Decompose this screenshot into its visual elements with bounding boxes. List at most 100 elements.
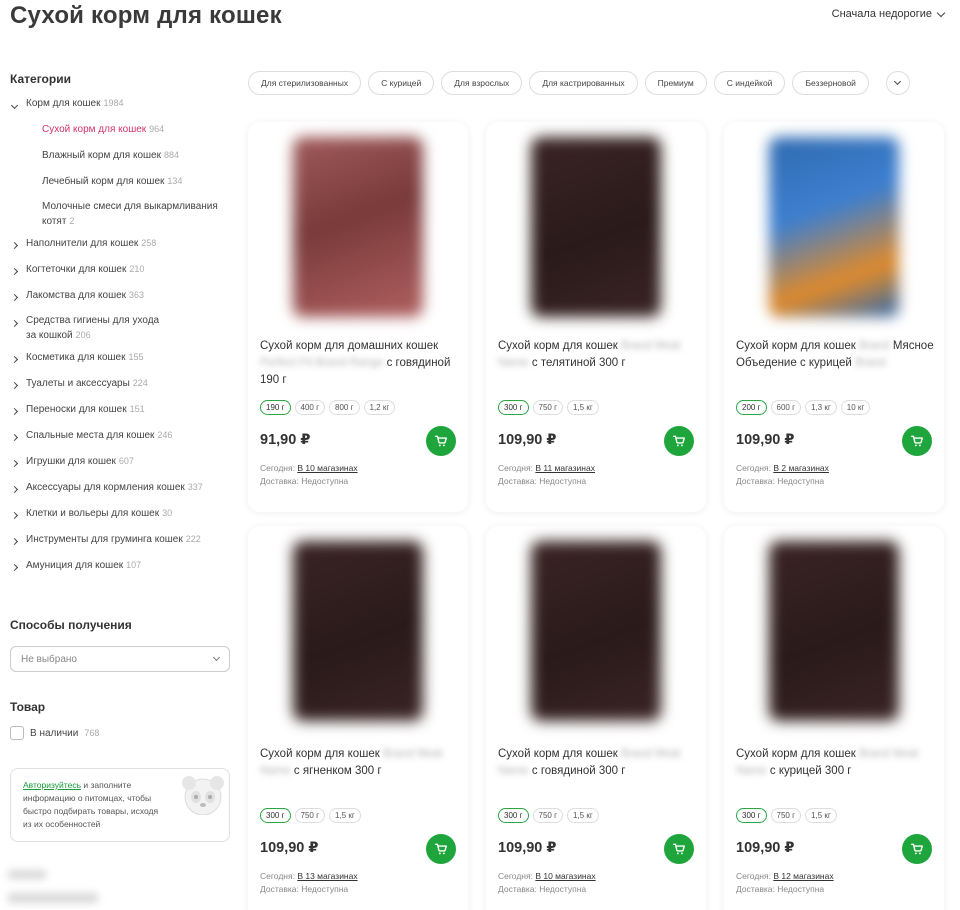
product-title[interactable]: Сухой корм для кошек Brand Meat Name с г…: [498, 746, 698, 780]
weight-option[interactable]: 400 г: [294, 400, 325, 415]
weight-option[interactable]: 1,5 кг: [805, 808, 837, 823]
stores-link[interactable]: В 10 магазинах: [535, 871, 595, 881]
category-item[interactable]: Аксессуары для кормления кошек 337: [10, 480, 235, 506]
add-to-cart-button[interactable]: [902, 834, 932, 864]
category-text: Наполнители для кошек 258: [26, 236, 156, 251]
category-item[interactable]: Средства гигиены для ухода за кошкой 206: [10, 314, 235, 350]
chevron-right-icon: [10, 288, 26, 305]
product-title-b: с говядиной 300 г: [531, 765, 626, 777]
category-item[interactable]: Корм для кошек 1984: [10, 96, 235, 122]
category-item[interactable]: Инструменты для груминга кошек 222: [10, 532, 235, 558]
product-package-image: [769, 541, 899, 721]
category-item[interactable]: Спальные места для кошек 246: [10, 428, 235, 454]
category-item[interactable]: Туалеты и аксессуары 224: [10, 376, 235, 402]
in-stock-checkbox[interactable]: [10, 726, 24, 740]
product-title[interactable]: Сухой корм для кошек Brand Meat Name с я…: [260, 746, 460, 780]
weight-option[interactable]: 600 г: [770, 400, 801, 415]
product-title[interactable]: Сухой корм для домашних кошек Perfect Fi…: [260, 338, 460, 389]
today-label: Сегодня:: [260, 463, 295, 473]
category-label: Лакомства для кошек: [26, 290, 127, 301]
weight-option[interactable]: 1,5 кг: [567, 808, 599, 823]
sort-dropdown[interactable]: Сначала недорогие: [832, 8, 946, 20]
availability-info: Сегодня: В 2 магазинах Доставка: Недоступ…: [736, 462, 829, 488]
weight-options: 300 г 750 г 1,5 кг: [498, 400, 599, 415]
stores-link[interactable]: В 12 магазинах: [773, 871, 833, 881]
weight-option[interactable]: 750 г: [294, 808, 325, 823]
product-image[interactable]: [738, 526, 930, 736]
filter-chip[interactable]: Для кастрированных: [529, 71, 638, 95]
weight-option[interactable]: 10 кг: [840, 400, 871, 415]
delivery-label: Доставка:: [736, 884, 775, 894]
availability-info: Сегодня: В 13 магазинах Доставка: Недосту…: [260, 870, 358, 896]
add-to-cart-button[interactable]: [902, 426, 932, 456]
category-count: 2: [69, 216, 75, 226]
weight-option[interactable]: 300 г: [736, 808, 767, 823]
weight-option[interactable]: 200 г: [736, 400, 767, 415]
add-to-cart-button[interactable]: [426, 834, 456, 864]
weight-options: 300 г 750 г 1,5 кг: [260, 808, 361, 823]
filter-chip[interactable]: Для стерилизованных: [248, 71, 362, 95]
add-to-cart-button[interactable]: [664, 834, 694, 864]
category-item[interactable]: Влажный корм для кошек 884: [10, 148, 235, 174]
stores-link[interactable]: В 13 магазинах: [297, 871, 357, 881]
filter-chips: Для стерилизованных С курицей Для взрослых…: [248, 71, 910, 95]
stores-link[interactable]: В 10 магазинах: [297, 463, 357, 473]
product-price: 109,90 ₽: [736, 840, 795, 856]
chips-more-button[interactable]: [885, 71, 910, 95]
product-image[interactable]: [738, 122, 930, 332]
add-to-cart-button[interactable]: [426, 426, 456, 456]
product-title[interactable]: Сухой корм для кошек Brand Meat Name с к…: [736, 746, 936, 780]
weight-option[interactable]: 1,3 кг: [805, 400, 837, 415]
filter-chip[interactable]: С индейкой: [713, 71, 786, 95]
weight-option[interactable]: 1,5 кг: [329, 808, 361, 823]
filter-chip[interactable]: Беззерновой: [792, 71, 869, 95]
weight-option[interactable]: 300 г: [498, 400, 529, 415]
category-item[interactable]: Игрушки для кошек 607: [10, 454, 235, 480]
category-item[interactable]: Лечебный корм для кошек 134: [10, 174, 235, 200]
chevron-right-icon: [10, 433, 19, 442]
filter-chip[interactable]: Для взрослых: [441, 71, 523, 95]
product-image[interactable]: [500, 526, 692, 736]
weight-option[interactable]: 1,5 кг: [567, 400, 599, 415]
product-image[interactable]: [262, 122, 454, 332]
weight-option[interactable]: 300 г: [498, 808, 529, 823]
add-to-cart-button[interactable]: [664, 426, 694, 456]
auth-link[interactable]: Авторизуйтесь: [23, 780, 81, 790]
weight-option[interactable]: 750 г: [532, 808, 563, 823]
category-item[interactable]: Молочные смеси для выкармливания котят 2: [10, 200, 235, 236]
category-label: Молочные смеси для выкармливания: [42, 201, 218, 212]
category-item[interactable]: Клетки и вольеры для кошек 30: [10, 506, 235, 532]
filter-chip[interactable]: Премиум: [644, 71, 707, 95]
weight-option[interactable]: 750 г: [532, 400, 563, 415]
product-card[interactable]: Сухой корм для кошек Brand Meat Name с я…: [248, 526, 468, 910]
weight-option[interactable]: 800 г: [329, 400, 360, 415]
product-title[interactable]: Сухой корм для кошек Brand Мясное Объеде…: [736, 338, 936, 372]
weight-options: 300 г 750 г 1,5 кг: [736, 808, 837, 823]
stores-link[interactable]: В 2 магазинах: [773, 463, 829, 473]
product-image[interactable]: [500, 122, 692, 332]
stores-link[interactable]: В 11 магазинах: [535, 463, 595, 473]
product-card[interactable]: Сухой корм для кошек Brand Meat Name с г…: [486, 526, 706, 910]
category-item[interactable]: Амуниция для кошек 107: [10, 558, 235, 584]
product-title[interactable]: Сухой корм для кошек Brand Meat Name с т…: [498, 338, 698, 372]
product-image[interactable]: [262, 526, 454, 736]
weight-option[interactable]: 190 г: [260, 400, 291, 415]
category-text: Сухой корм для кошек 964: [42, 122, 164, 137]
category-item[interactable]: Косметика для кошек 155: [10, 350, 235, 376]
weight-option[interactable]: 300 г: [260, 808, 291, 823]
category-item[interactable]: Переноски для кошек 151: [10, 402, 235, 428]
filter-chip[interactable]: С курицей: [368, 71, 435, 95]
delivery-select[interactable]: Не выбрано: [10, 646, 230, 672]
in-stock-count: 768: [84, 728, 100, 738]
in-stock-checkbox-row[interactable]: В наличии 768: [10, 726, 99, 740]
category-item[interactable]: Наполнители для кошек 258: [10, 236, 235, 262]
product-card[interactable]: Сухой корм для кошек Brand Meat Name с т…: [486, 122, 706, 512]
weight-option[interactable]: 1,2 кг: [363, 400, 396, 415]
weight-option[interactable]: 750 г: [770, 808, 801, 823]
category-item[interactable]: Когтеточки для кошек 210: [10, 262, 235, 288]
category-item[interactable]: Лакомства для кошек 363: [10, 288, 235, 314]
category-item[interactable]: Сухой корм для кошек 964: [10, 122, 235, 148]
product-card[interactable]: Сухой корм для домашних кошек Perfect Fi…: [248, 122, 468, 512]
product-card[interactable]: Сухой корм для кошек Brand Meat Name с к…: [724, 526, 944, 910]
product-card[interactable]: Сухой корм для кошек Brand Мясное Объеде…: [724, 122, 944, 512]
